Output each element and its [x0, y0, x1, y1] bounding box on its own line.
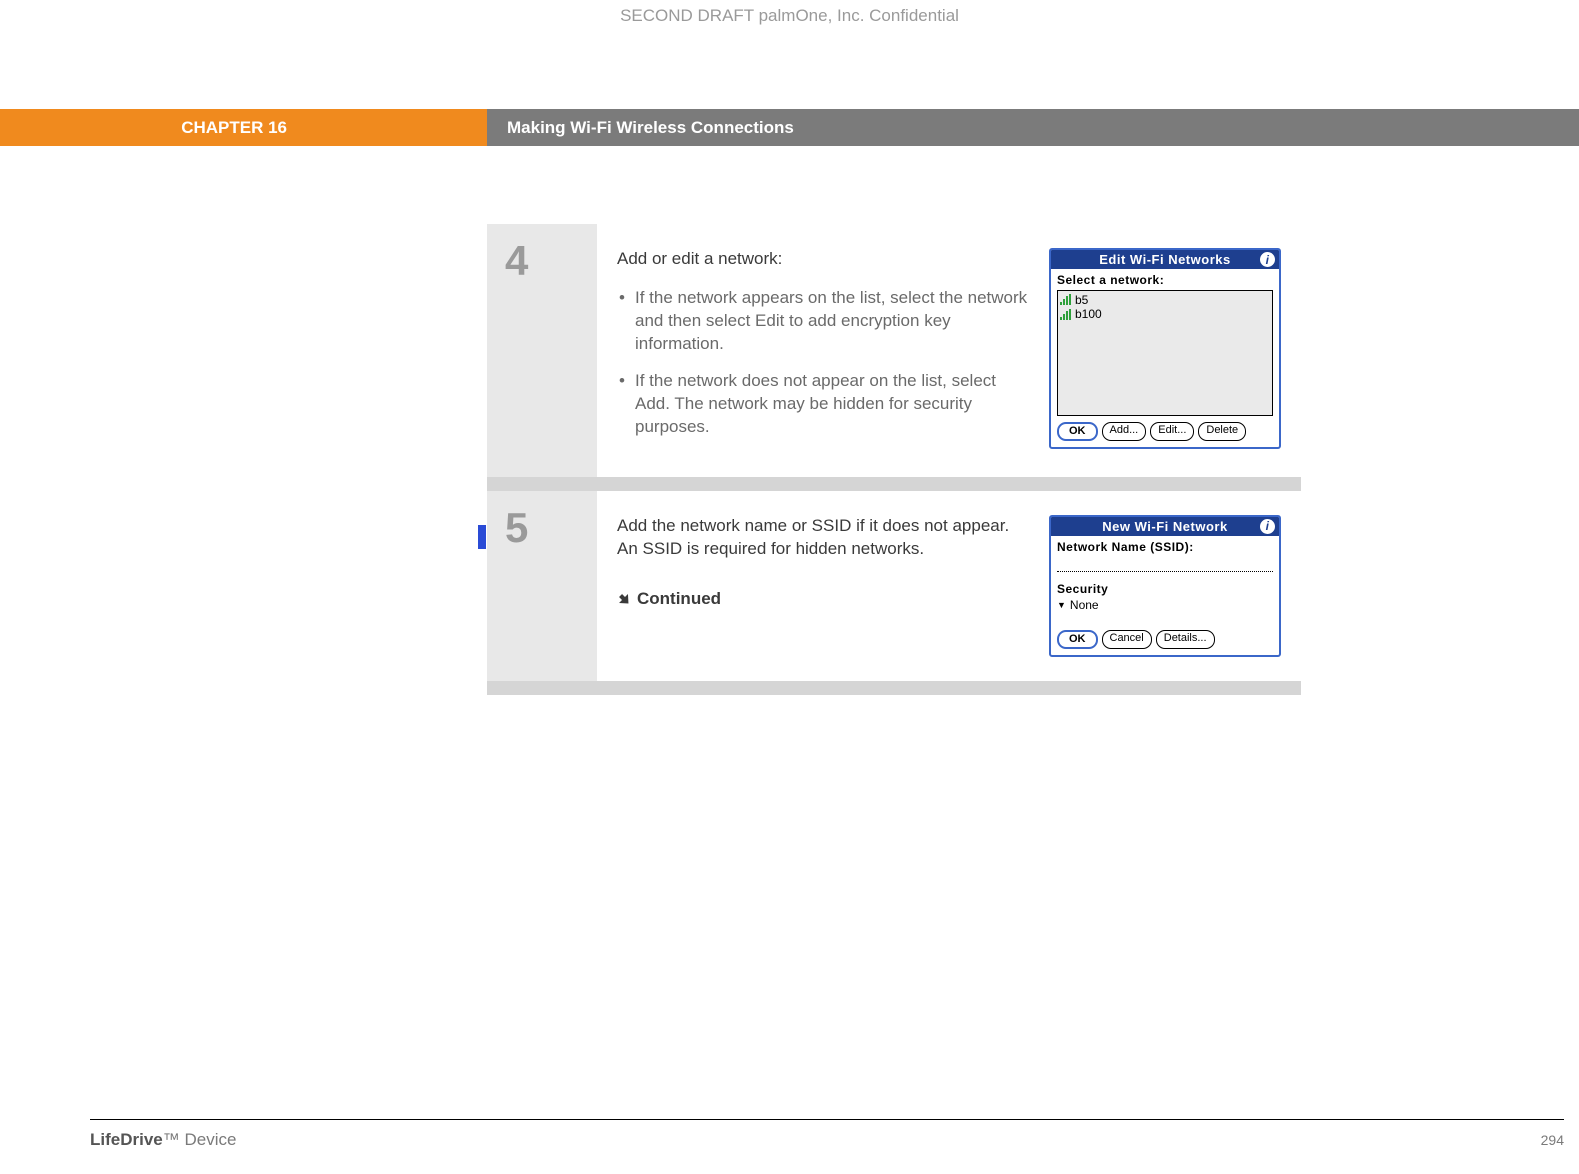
chapter-header-bar: CHAPTER 16 Making Wi-Fi Wireless Connect…	[0, 109, 1579, 146]
ssid-input[interactable]	[1057, 557, 1273, 572]
step-4-text: Add or edit a network: If the network ap…	[617, 248, 1031, 453]
edit-networks-screenshot: Edit Wi-Fi Networks i Select a network: …	[1049, 248, 1281, 453]
step-4-intro: Add or edit a network:	[617, 248, 1031, 271]
step-4-body: Add or edit a network: If the network ap…	[597, 224, 1301, 477]
info-icon[interactable]: i	[1260, 519, 1275, 534]
cancel-button[interactable]: Cancel	[1102, 630, 1152, 649]
step-5-text: Add the network name or SSID if it does …	[617, 515, 1031, 657]
step-4-number-cell: 4	[487, 224, 597, 477]
signal-icon	[1060, 310, 1072, 320]
security-value: None	[1070, 598, 1099, 612]
confidential-header: SECOND DRAFT palmOne, Inc. Confidential	[0, 6, 1579, 26]
network-name: b100	[1075, 307, 1102, 321]
edit-button[interactable]: Edit...	[1150, 422, 1194, 441]
ssid-label: Network Name (SSID):	[1057, 540, 1273, 554]
network-item-b5[interactable]: b5	[1060, 293, 1270, 307]
chapter-label: CHAPTER 16	[181, 118, 287, 138]
palm-title: New Wi-Fi Network	[1102, 519, 1227, 534]
chapter-title-block: Making Wi-Fi Wireless Connections	[487, 109, 1579, 146]
new-network-screenshot: New Wi-Fi Network i Network Name (SSID):…	[1049, 515, 1281, 657]
device-word: Device	[184, 1130, 236, 1149]
ok-button[interactable]: OK	[1057, 630, 1098, 649]
page-number: 294	[1541, 1132, 1564, 1148]
revision-mark	[478, 525, 486, 549]
step-4-row: 4 Add or edit a network: If the network …	[487, 224, 1301, 477]
step-5-number-cell: 5	[487, 491, 597, 681]
step-4-bullet-2: If the network does not appear on the li…	[631, 370, 1031, 439]
step-5-paragraph: Add the network name or SSID if it does …	[617, 515, 1031, 561]
continued-label: Continued	[637, 588, 721, 611]
security-label: Security	[1057, 582, 1273, 596]
step-5-row: 5 Add the network name or SSID if it doe…	[487, 491, 1301, 681]
chapter-title: Making Wi-Fi Wireless Connections	[507, 118, 794, 138]
dropdown-arrow-icon: ▼	[1057, 600, 1066, 610]
trademark: ™	[163, 1130, 180, 1149]
footer-rule	[90, 1119, 1564, 1120]
step-5-body: Add the network name or SSID if it does …	[597, 491, 1301, 681]
info-icon[interactable]: i	[1260, 252, 1275, 267]
delete-button[interactable]: Delete	[1198, 422, 1246, 441]
palm-titlebar: New Wi-Fi Network i	[1051, 517, 1279, 536]
network-name: b5	[1075, 293, 1088, 307]
network-item-b100[interactable]: b100	[1060, 307, 1270, 321]
ok-button[interactable]: OK	[1057, 422, 1098, 441]
continued-indicator: Continued	[617, 588, 1031, 611]
select-network-label: Select a network:	[1057, 273, 1273, 287]
palm-title: Edit Wi-Fi Networks	[1099, 252, 1230, 267]
step-4-number: 4	[505, 240, 597, 282]
add-button[interactable]: Add...	[1102, 422, 1147, 441]
steps-container: 4 Add or edit a network: If the network …	[487, 224, 1301, 695]
device-name: LifeDrive™ Device	[90, 1130, 236, 1150]
device-brand: LifeDrive	[90, 1130, 163, 1149]
continued-arrow-icon	[617, 593, 631, 607]
network-listbox[interactable]: b5 b100	[1057, 290, 1273, 416]
palm-titlebar: Edit Wi-Fi Networks i	[1051, 250, 1279, 269]
step-5-number: 5	[505, 507, 597, 549]
step-divider	[487, 477, 1301, 491]
details-button[interactable]: Details...	[1156, 630, 1215, 649]
chapter-label-block: CHAPTER 16	[0, 109, 487, 146]
signal-icon	[1060, 295, 1072, 305]
steps-bottom-border	[487, 681, 1301, 695]
step-4-bullet-1: If the network appears on the list, sele…	[631, 287, 1031, 356]
page-footer: LifeDrive™ Device 294	[90, 1130, 1564, 1150]
security-dropdown[interactable]: ▼ None	[1057, 598, 1273, 612]
